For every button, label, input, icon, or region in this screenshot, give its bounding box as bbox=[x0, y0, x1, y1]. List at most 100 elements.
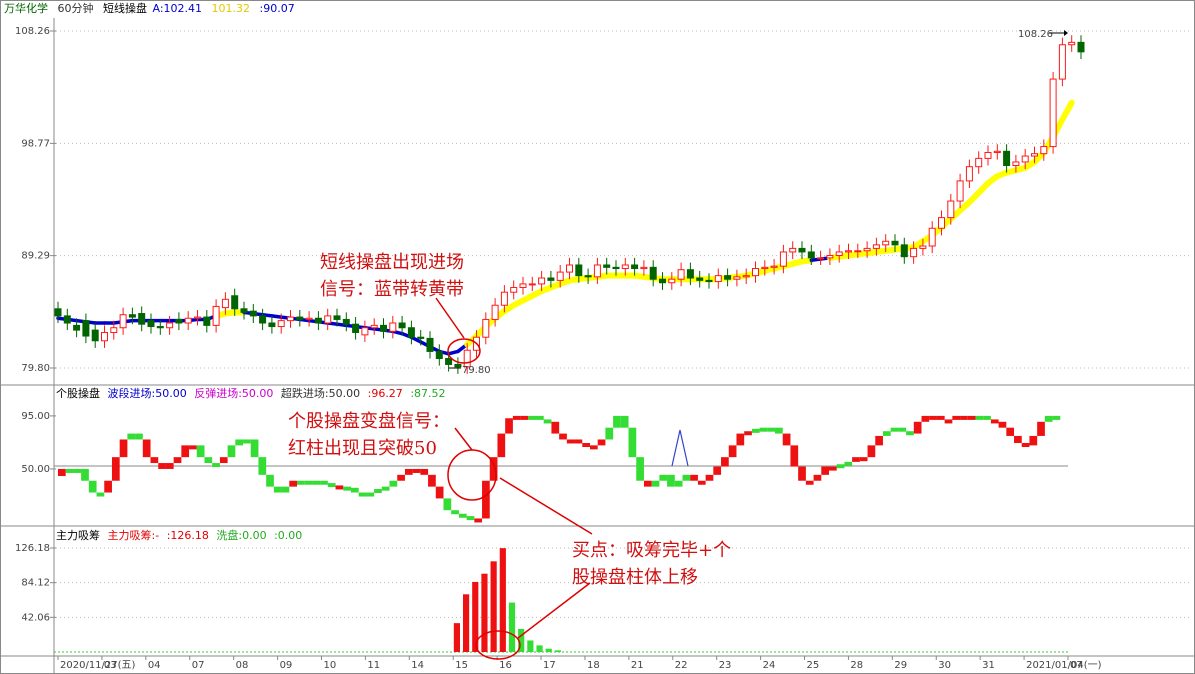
panel2-bar bbox=[929, 415, 937, 420]
panel2-bd: 波段进场:50.00 bbox=[108, 386, 187, 400]
candle-body bbox=[138, 313, 146, 325]
panel3-tick-label: 84.12 bbox=[21, 578, 50, 589]
candle-body bbox=[203, 316, 211, 326]
candle-body bbox=[891, 240, 899, 246]
panel2-bar bbox=[659, 474, 668, 481]
candle-body bbox=[789, 247, 797, 253]
panel2-bar bbox=[327, 483, 336, 488]
candle-body bbox=[621, 264, 629, 270]
candle-body bbox=[1021, 155, 1029, 163]
panel2-tick-label: 50.00 bbox=[21, 464, 50, 475]
candle-body bbox=[73, 324, 81, 331]
panel2-bar bbox=[551, 421, 560, 434]
panel2-bar bbox=[219, 457, 228, 464]
candle-body bbox=[761, 266, 769, 270]
indicator-c: :90.07 bbox=[260, 2, 295, 15]
panel2-bar bbox=[250, 439, 259, 458]
candle-body bbox=[900, 244, 908, 258]
panel2-bar bbox=[867, 445, 876, 458]
panel2-bar bbox=[88, 480, 97, 493]
panel2-bar bbox=[805, 480, 814, 485]
candle-body bbox=[314, 317, 322, 324]
panel2-bar bbox=[636, 457, 644, 481]
candle-body bbox=[649, 266, 657, 280]
indicator-b: 101.32 bbox=[212, 2, 251, 15]
candle-body bbox=[854, 250, 862, 253]
panel2-bar bbox=[312, 480, 321, 485]
candle-body bbox=[938, 217, 945, 229]
panel2-bar bbox=[836, 464, 845, 469]
panel3-tick-label: 42.06 bbox=[21, 612, 50, 623]
low-price-marker: 79.80 bbox=[462, 365, 491, 376]
panel2-header: 个股操盘 波段进场:50.00 反弹进场:50.00 超跌进场:50.00 :9… bbox=[56, 386, 446, 400]
candle-body bbox=[1003, 150, 1011, 167]
panel2-bar bbox=[667, 474, 675, 487]
panel2-bar bbox=[582, 443, 590, 448]
x-tick-label: 16 bbox=[499, 660, 512, 671]
panel2-bar bbox=[420, 468, 429, 475]
panel2-bar bbox=[158, 463, 166, 469]
candle-body bbox=[398, 322, 406, 329]
candle-body bbox=[705, 279, 713, 283]
candle-body bbox=[380, 324, 387, 332]
candle-body bbox=[696, 277, 704, 281]
candle-body bbox=[119, 314, 127, 329]
x-tick-label: 07 bbox=[192, 660, 205, 671]
candle-body bbox=[259, 315, 267, 324]
candle-body bbox=[640, 266, 648, 270]
candle-body bbox=[1058, 44, 1066, 80]
candle-body bbox=[212, 305, 220, 326]
panel2-bar bbox=[258, 457, 267, 475]
x-tick-label: 10 bbox=[323, 660, 336, 671]
panel2-bar bbox=[543, 419, 552, 424]
x-tick-label: 28 bbox=[850, 660, 863, 671]
panel3-bar bbox=[453, 623, 460, 652]
panel2-bar bbox=[196, 445, 205, 458]
panel2-bar bbox=[381, 486, 390, 491]
panel2-bar bbox=[505, 418, 513, 434]
candle-body bbox=[389, 322, 397, 332]
panel2-bar bbox=[273, 486, 282, 493]
candle-body bbox=[1068, 41, 1076, 46]
candle-body bbox=[956, 180, 964, 202]
panel2-bar bbox=[212, 463, 220, 468]
panel2-bar bbox=[474, 518, 483, 523]
x-tick-label: 18 bbox=[587, 660, 600, 671]
candle-body bbox=[454, 363, 462, 368]
candle-body bbox=[603, 264, 611, 268]
panel2-bar bbox=[412, 468, 421, 473]
candle-body bbox=[510, 286, 518, 293]
x-tick-label: 09 bbox=[280, 660, 293, 671]
panel2-bar bbox=[73, 468, 82, 473]
panel2-bar bbox=[235, 439, 244, 446]
panel2-bar bbox=[890, 427, 899, 432]
panel2-bar bbox=[142, 439, 151, 458]
panel2-bar bbox=[173, 457, 182, 464]
panel2-bar bbox=[828, 466, 837, 471]
candle-body bbox=[631, 264, 639, 270]
panel2-bar bbox=[343, 486, 351, 491]
candle-body bbox=[928, 227, 936, 247]
panel2-bar bbox=[119, 439, 128, 458]
candle-body bbox=[965, 166, 973, 182]
panel2-bar bbox=[1006, 427, 1015, 436]
panel2-bar bbox=[435, 486, 444, 499]
candle-body bbox=[919, 245, 927, 249]
panel2-bar bbox=[81, 468, 89, 481]
panel2-bar bbox=[906, 431, 914, 436]
period-label: 60分钟 bbox=[58, 1, 94, 15]
panel2-bar bbox=[975, 415, 984, 420]
candle-body bbox=[612, 266, 620, 270]
candle-body bbox=[752, 268, 759, 277]
candle-body bbox=[807, 251, 815, 259]
x-tick-label: 14 bbox=[411, 660, 424, 671]
panel2-bar bbox=[1021, 443, 1030, 448]
panel3-m2: :126.18 bbox=[167, 529, 209, 542]
candle-body bbox=[538, 277, 546, 285]
panel2-bar bbox=[189, 445, 197, 450]
candle-body bbox=[147, 320, 155, 328]
panel2-bar bbox=[620, 415, 629, 428]
panel2-bar bbox=[320, 480, 328, 485]
panel2-bar bbox=[443, 498, 452, 511]
candle-body bbox=[184, 317, 192, 324]
